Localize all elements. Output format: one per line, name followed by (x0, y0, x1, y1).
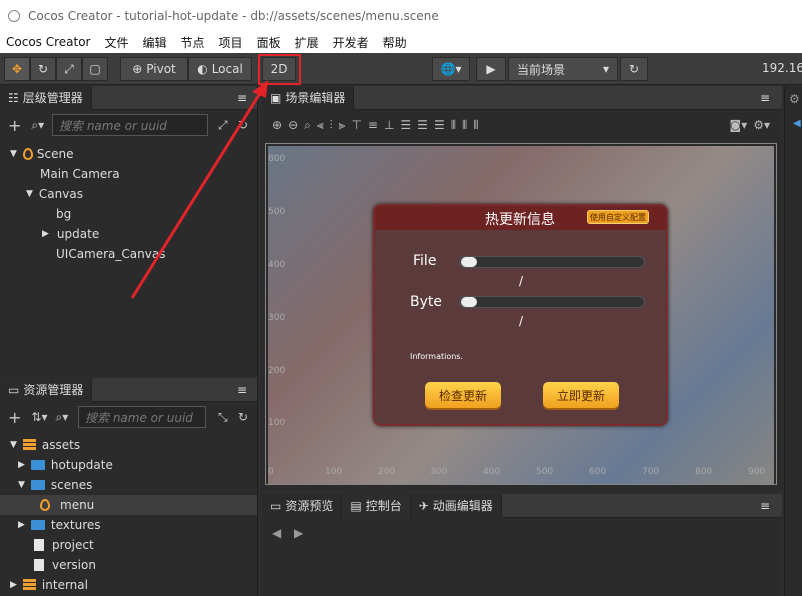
tab-console[interactable]: ▤ 控制台 (342, 493, 411, 518)
tab-label: 资源预览 (285, 499, 334, 513)
nav-forward-icon[interactable]: ▶ (294, 526, 303, 540)
nav-back-icon[interactable]: ◀ (272, 526, 281, 540)
inspector-panel-edge: ⚙ ◀ (784, 86, 802, 596)
caret-left-icon[interactable]: ◀ (793, 118, 801, 129)
console-icon: ▤ (350, 498, 362, 513)
bottom-panel: ▭ 资源预览 ▤ 控制台 ✈ 动画编辑器 ≡ ◀ ▶ (262, 493, 782, 596)
gear-icon[interactable]: ⚙ (789, 92, 800, 106)
animation-icon: ✈ (418, 498, 429, 513)
tab-label: 动画编辑器 (432, 499, 493, 513)
tab-label: 控制台 (365, 499, 402, 513)
preview-icon: ▭ (270, 498, 282, 513)
tab-animation-editor[interactable]: ✈ 动画编辑器 (410, 493, 502, 518)
bottom-tabs: ▭ 资源预览 ▤ 控制台 ✈ 动画编辑器 ≡ (262, 493, 782, 518)
menu-icon[interactable]: ≡ (760, 499, 770, 513)
tab-asset-preview[interactable]: ▭ 资源预览 (262, 493, 343, 518)
